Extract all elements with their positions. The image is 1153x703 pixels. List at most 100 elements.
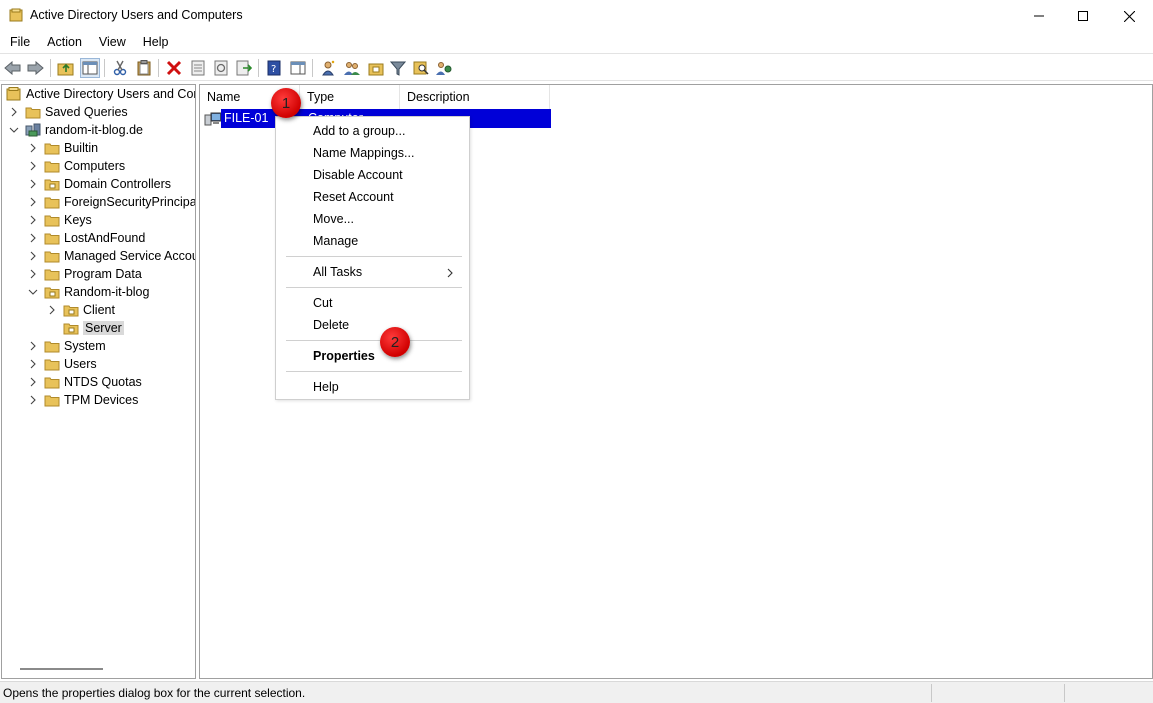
ou-folder-icon bbox=[63, 321, 79, 335]
tree-item-computers[interactable]: Computers bbox=[27, 157, 125, 175]
menu-all-tasks[interactable]: All Tasks bbox=[313, 262, 362, 282]
tree-item-server[interactable]: Server bbox=[63, 319, 124, 337]
menu-bar: File Action View Help bbox=[0, 32, 1153, 52]
tree-item-managed-service-accounts[interactable]: Managed Service Accour bbox=[27, 247, 195, 265]
new-ou-icon bbox=[368, 63, 384, 76]
menu-manage[interactable]: Manage bbox=[313, 231, 358, 251]
folder-icon bbox=[44, 159, 60, 173]
close-button[interactable] bbox=[1106, 0, 1152, 32]
chevron-right-icon[interactable] bbox=[8, 106, 20, 118]
chevron-right-icon[interactable] bbox=[27, 268, 39, 280]
minimize-button[interactable] bbox=[1016, 0, 1062, 32]
chevron-right-icon[interactable] bbox=[27, 232, 39, 244]
folder-icon bbox=[44, 393, 60, 407]
chevron-right-icon[interactable] bbox=[27, 178, 39, 190]
delete-button[interactable] bbox=[164, 58, 184, 78]
tree-item-builtin[interactable]: Builtin bbox=[27, 139, 98, 157]
up-one-level-button[interactable] bbox=[56, 58, 76, 78]
filter-icon bbox=[390, 61, 406, 76]
menu-delete[interactable]: Delete bbox=[313, 315, 349, 335]
step-marker-2: 2 bbox=[380, 327, 410, 357]
action-pane-icon bbox=[290, 61, 306, 75]
status-bar: Opens the properties dialog box for the … bbox=[0, 681, 1153, 703]
chevron-right-icon[interactable] bbox=[27, 142, 39, 154]
delete-x-icon bbox=[166, 60, 182, 76]
menu-help[interactable]: Help bbox=[133, 32, 176, 52]
tree-item-ntds-quotas[interactable]: NTDS Quotas bbox=[27, 373, 142, 391]
ad-root-icon bbox=[6, 87, 22, 101]
folder-icon bbox=[44, 141, 60, 155]
properties-toolbar-button[interactable] bbox=[188, 58, 208, 78]
chevron-right-icon[interactable] bbox=[27, 196, 39, 208]
chevron-right-icon[interactable] bbox=[27, 358, 39, 370]
refresh-button[interactable] bbox=[211, 58, 231, 78]
chevron-right-icon[interactable] bbox=[46, 304, 58, 316]
tree-item-foreign-security-principals[interactable]: ForeignSecurityPrincipals bbox=[27, 193, 195, 211]
chevron-right-icon[interactable] bbox=[27, 394, 39, 406]
filter-button[interactable] bbox=[388, 58, 408, 78]
menu-disable-account[interactable]: Disable Account bbox=[313, 165, 403, 185]
tree-item-system[interactable]: System bbox=[27, 337, 106, 355]
tree-item-domain-controllers[interactable]: Domain Controllers bbox=[27, 175, 171, 193]
menu-action[interactable]: Action bbox=[37, 32, 89, 52]
chevron-down-icon[interactable] bbox=[27, 286, 39, 298]
tree-item-lost-and-found[interactable]: LostAndFound bbox=[27, 229, 145, 247]
show-hide-console-tree-button[interactable] bbox=[80, 58, 100, 78]
ad-users-computers-icon bbox=[9, 8, 23, 22]
tree-item-random-it-blog[interactable]: Random-it-blog bbox=[27, 283, 149, 301]
tree-item-users[interactable]: Users bbox=[27, 355, 97, 373]
chevron-right-icon[interactable] bbox=[27, 250, 39, 262]
create-group-button[interactable] bbox=[342, 58, 362, 78]
menu-move[interactable]: Move... bbox=[313, 209, 354, 229]
cut-button[interactable] bbox=[110, 58, 130, 78]
menu-reset-account[interactable]: Reset Account bbox=[313, 187, 394, 207]
tree-horizontal-scrollbar[interactable] bbox=[20, 668, 103, 670]
tree-item-saved-queries[interactable]: Saved Queries bbox=[8, 103, 128, 121]
column-header-description[interactable]: Description bbox=[400, 85, 550, 109]
folder-icon bbox=[44, 375, 60, 389]
submenu-arrow-icon bbox=[446, 267, 454, 281]
folder-icon bbox=[44, 195, 60, 209]
show-hide-action-pane-button[interactable] bbox=[288, 58, 308, 78]
tree-item-tpm-devices[interactable]: TPM Devices bbox=[27, 391, 138, 409]
step-marker-1: 1 bbox=[271, 88, 301, 118]
find-button[interactable] bbox=[411, 58, 431, 78]
tree-root[interactable]: Active Directory Users and Com bbox=[6, 85, 195, 103]
menu-cut[interactable]: Cut bbox=[313, 293, 332, 313]
menu-view[interactable]: View bbox=[89, 32, 133, 52]
toolbar: ? bbox=[0, 53, 1153, 81]
menu-name-mappings[interactable]: Name Mappings... bbox=[313, 143, 414, 163]
help-toolbar-button[interactable]: ? bbox=[264, 58, 284, 78]
new-group-icon bbox=[344, 62, 360, 75]
chevron-right-icon[interactable] bbox=[27, 214, 39, 226]
tree-item-client[interactable]: Client bbox=[46, 301, 115, 319]
chevron-right-icon[interactable] bbox=[27, 160, 39, 172]
forward-button[interactable] bbox=[25, 58, 45, 78]
tree-item-program-data[interactable]: Program Data bbox=[27, 265, 142, 283]
menu-file[interactable]: File bbox=[0, 32, 37, 52]
export-list-icon bbox=[236, 60, 252, 76]
forward-arrow-icon bbox=[27, 61, 44, 75]
menu-help-item[interactable]: Help bbox=[313, 377, 339, 397]
folder-icon bbox=[44, 357, 60, 371]
export-list-button[interactable] bbox=[234, 58, 254, 78]
chevron-right-icon[interactable] bbox=[27, 340, 39, 352]
status-text: Opens the properties dialog box for the … bbox=[3, 686, 306, 700]
tree-item-keys[interactable]: Keys bbox=[27, 211, 92, 229]
menu-add-to-group[interactable]: Add to a group... bbox=[313, 121, 405, 141]
maximize-button[interactable] bbox=[1060, 0, 1106, 32]
create-user-button[interactable] bbox=[318, 58, 338, 78]
chevron-right-icon[interactable] bbox=[27, 376, 39, 388]
back-button[interactable] bbox=[3, 58, 23, 78]
clipboard-icon bbox=[137, 60, 151, 76]
ou-folder-icon bbox=[63, 303, 79, 317]
paste-button[interactable] bbox=[134, 58, 154, 78]
chevron-down-icon[interactable] bbox=[8, 124, 20, 136]
tree-item-domain[interactable]: random-it-blog.de bbox=[8, 121, 143, 139]
add-to-group-button[interactable] bbox=[434, 58, 454, 78]
column-header-type[interactable]: Type bbox=[300, 85, 400, 109]
maximize-icon bbox=[1078, 11, 1088, 21]
add-to-group-icon bbox=[436, 62, 452, 75]
create-ou-button[interactable] bbox=[366, 58, 386, 78]
menu-properties[interactable]: Properties bbox=[313, 346, 375, 366]
